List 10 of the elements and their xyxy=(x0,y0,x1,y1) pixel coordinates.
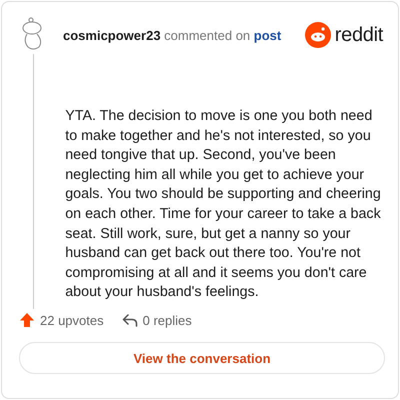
view-conversation-button[interactable]: View the conversation xyxy=(19,342,385,374)
upvote-icon xyxy=(19,312,35,328)
reddit-logo-icon xyxy=(304,22,331,48)
reply-icon xyxy=(122,313,138,327)
comment-text: YTA. The decision to move is one you both need to make together and he's not interested, so you need tongive that up. Second, you've been neglecting him all while you get to achieve your goals. You two should be supporting and cheering on each other. Time for your career to take a back seat. Still work, sure, but get a nanny so your husband can get back out there too. You're not compromising at all and it seems you don't care about your husband's feelings. xyxy=(65,107,382,302)
post-link[interactable]: post xyxy=(254,28,282,42)
reply-count: 0 replies xyxy=(142,312,192,328)
upvote-count: 22 upvotes xyxy=(40,312,104,328)
brand-name: reddit xyxy=(334,24,383,46)
comment-byline: cosmicpower23 commented on post xyxy=(63,28,282,42)
